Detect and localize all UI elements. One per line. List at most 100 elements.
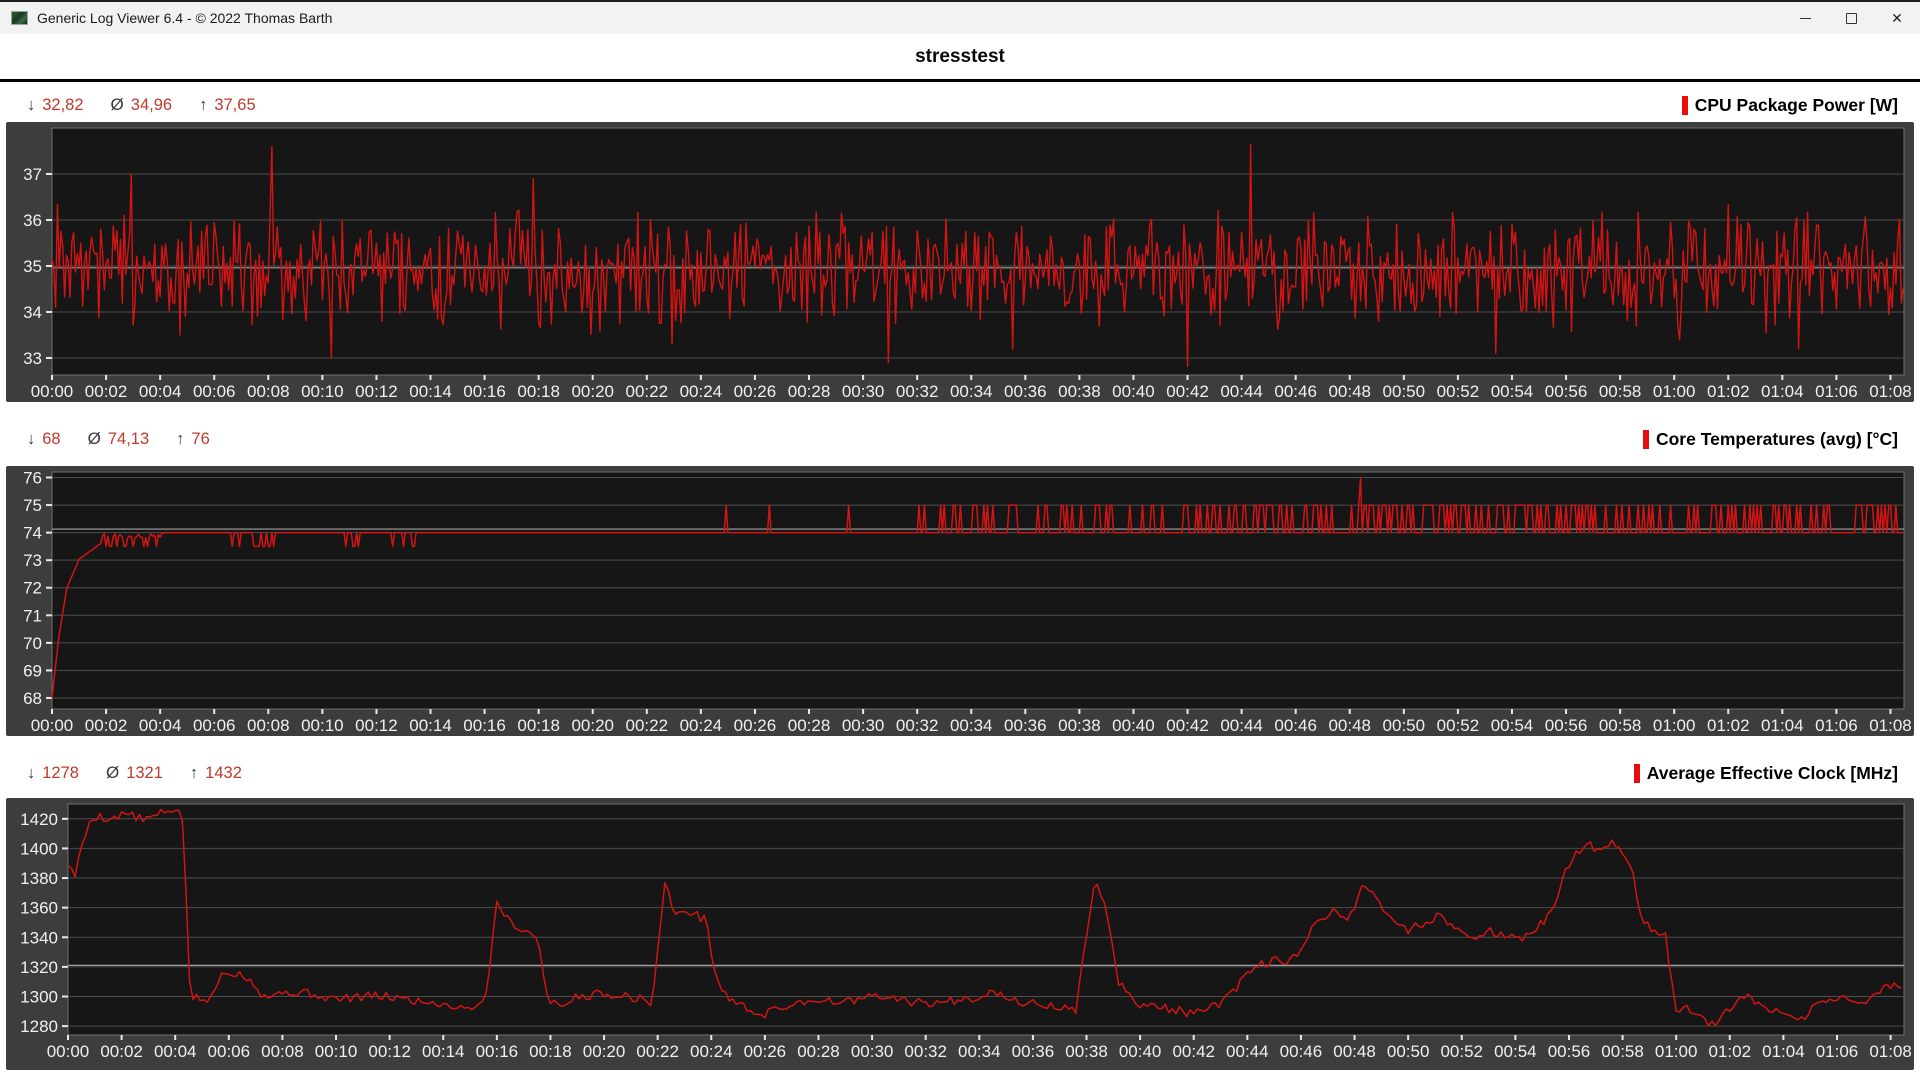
x-tick-label: 00:16	[463, 382, 506, 401]
x-tick-label: 00:12	[355, 716, 398, 735]
x-tick-label: 01:06	[1816, 1042, 1859, 1061]
minimize-button[interactable]	[1782, 2, 1828, 34]
window-titlebar: Generic Log Viewer 6.4 - © 2022 Thomas B…	[0, 2, 1920, 34]
max-arrow-icon: ↑	[190, 764, 198, 783]
clock-chart[interactable]: 1280130013201340136013801400142000:0000:…	[6, 798, 1914, 1070]
stat-min: ↓ 68	[27, 429, 61, 449]
min-arrow-icon: ↓	[27, 764, 35, 783]
y-tick-label: 34	[23, 303, 42, 322]
y-tick-label: 76	[23, 469, 42, 488]
legend-clock: Average Effective Clock [MHz]	[1634, 763, 1898, 784]
y-tick-label: 35	[23, 257, 42, 276]
y-tick-label: 71	[23, 606, 42, 625]
x-tick-label: 01:00	[1655, 1042, 1698, 1061]
chart-panel-clock: 1280130013201340136013801400142000:0000:…	[6, 798, 1914, 1070]
chart-title-power: CPU Package Power [W]	[1695, 95, 1898, 116]
x-tick-label: 00:46	[1274, 382, 1317, 401]
page-title: stresstest	[915, 46, 1005, 67]
x-tick-label: 00:28	[797, 1042, 840, 1061]
stat-min-value: 68	[42, 430, 60, 449]
power-chart[interactable]: 333435363700:0000:0200:0400:0600:0800:10…	[6, 122, 1914, 402]
chart-panel-power: 333435363700:0000:0200:0400:0600:0800:10…	[6, 122, 1914, 402]
stat-max: ↑ 1432	[190, 763, 242, 783]
x-tick-label: 00:54	[1491, 382, 1534, 401]
x-tick-label: 00:16	[463, 716, 506, 735]
x-tick-label: 00:50	[1383, 716, 1426, 735]
stat-min: ↓1278	[27, 763, 79, 783]
temperature-chart[interactable]: 68697071727374757600:0000:0200:0400:0600…	[6, 466, 1914, 736]
x-tick-label: 00:22	[626, 716, 669, 735]
maximize-button[interactable]	[1828, 2, 1874, 34]
plot-area[interactable]	[52, 472, 1904, 709]
window-title: Generic Log Viewer 6.4 - © 2022 Thomas B…	[37, 10, 332, 26]
avg-symbol-icon: Ø	[88, 429, 101, 449]
app-window: Generic Log Viewer 6.4 - © 2022 Thomas B…	[0, 0, 1920, 1083]
x-tick-label: 00:36	[1004, 716, 1047, 735]
x-tick-label: 00:18	[529, 1042, 572, 1061]
stat-max-value: 76	[191, 430, 209, 449]
x-tick-label: 00:08	[247, 382, 290, 401]
x-tick-label: 00:56	[1545, 382, 1588, 401]
x-tick-label: 00:58	[1599, 716, 1642, 735]
y-tick-label: 36	[23, 211, 42, 230]
stat-max: ↑37,65	[199, 95, 256, 115]
x-tick-label: 00:58	[1601, 1042, 1644, 1061]
minimize-icon	[1800, 18, 1811, 19]
y-tick-label: 1280	[20, 1017, 58, 1036]
stat-max-value: 1432	[205, 764, 242, 783]
x-tick-label: 00:52	[1437, 716, 1480, 735]
x-tick-label: 01:06	[1815, 716, 1858, 735]
x-tick-label: 00:38	[1058, 382, 1101, 401]
y-tick-label: 1420	[20, 810, 58, 829]
x-tick-label: 01:00	[1653, 382, 1696, 401]
x-tick-label: 00:46	[1274, 716, 1317, 735]
y-tick-label: 72	[23, 579, 42, 598]
series-color-bar	[1634, 764, 1640, 783]
x-tick-label: 00:18	[517, 716, 560, 735]
x-tick-label: 01:08	[1869, 1042, 1912, 1061]
x-tick-label: 01:02	[1707, 382, 1750, 401]
x-tick-label: 00:26	[744, 1042, 787, 1061]
close-button[interactable]: ✕	[1874, 2, 1920, 34]
stats-left-temperature: ↓68 Ø74,13 ↑76	[27, 429, 210, 449]
x-tick-label: 00:32	[896, 382, 939, 401]
y-tick-label: 70	[23, 634, 42, 653]
y-tick-label: 68	[23, 689, 42, 708]
stats-row-clock: ↓1278 Ø1321 ↑1432 Average Effective Cloc…	[0, 760, 1920, 786]
x-tick-label: 00:14	[409, 382, 452, 401]
y-tick-label: 1400	[20, 839, 58, 858]
x-tick-label: 00:10	[301, 382, 344, 401]
x-tick-label: 00:04	[154, 1042, 197, 1061]
stat-avg-value: 1321	[126, 764, 163, 783]
plot-area[interactable]	[68, 804, 1904, 1035]
x-tick-label: 00:00	[31, 716, 74, 735]
x-tick-label: 00:12	[368, 1042, 411, 1061]
x-tick-label: 00:18	[517, 382, 560, 401]
y-tick-label: 73	[23, 551, 42, 570]
legend-temperature: Core Temperatures (avg) [°C]	[1643, 429, 1898, 450]
x-tick-label: 00:26	[734, 716, 777, 735]
x-tick-label: 00:02	[100, 1042, 143, 1061]
x-tick-label: 00:30	[842, 382, 885, 401]
x-tick-label: 01:04	[1761, 382, 1804, 401]
x-tick-label: 00:54	[1491, 716, 1534, 735]
y-tick-label: 33	[23, 349, 42, 368]
x-tick-label: 00:50	[1383, 382, 1426, 401]
x-tick-label: 00:38	[1065, 1042, 1108, 1061]
x-tick-label: 00:04	[139, 716, 182, 735]
x-tick-label: 00:20	[571, 382, 614, 401]
y-tick-label: 74	[23, 524, 42, 543]
min-arrow-icon: ↓	[27, 430, 35, 449]
y-tick-label: 75	[23, 496, 42, 515]
x-tick-label: 00:28	[788, 382, 831, 401]
max-arrow-icon: ↑	[199, 96, 207, 115]
x-tick-label: 00:02	[85, 716, 128, 735]
x-tick-label: 00:36	[1004, 382, 1047, 401]
x-tick-label: 00:40	[1112, 382, 1155, 401]
x-tick-label: 00:42	[1172, 1042, 1215, 1061]
x-tick-label: 00:54	[1494, 1042, 1537, 1061]
x-tick-label: 00:00	[47, 1042, 90, 1061]
x-tick-label: 01:04	[1762, 1042, 1805, 1061]
x-tick-label: 00:40	[1112, 716, 1155, 735]
y-tick-label: 1380	[20, 869, 58, 888]
